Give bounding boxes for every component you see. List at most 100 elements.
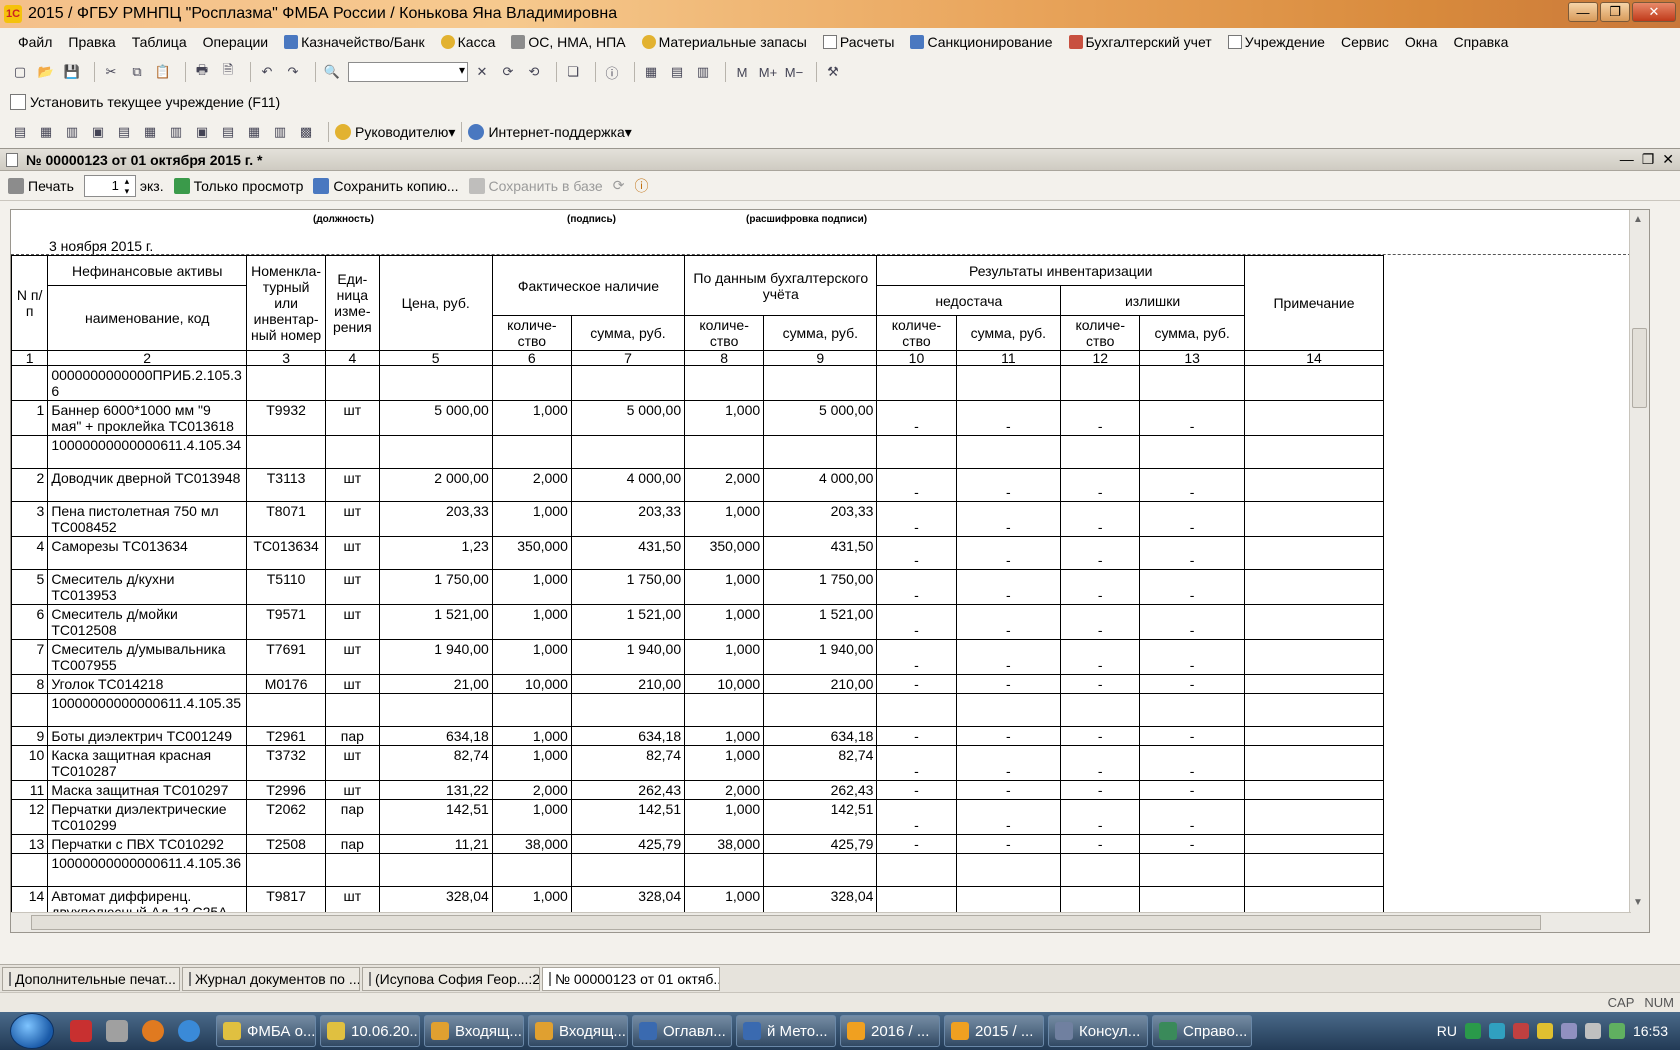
menu-item-9[interactable]: Расчеты [815,34,903,50]
print-icon[interactable]: 🖶 [192,62,212,82]
taskbar-app-button[interactable]: ФМБА о... [216,1015,316,1047]
menu-item-5[interactable]: Казначейство/Банк [276,34,433,50]
language-indicator[interactable]: RU [1437,1023,1457,1039]
menu-item-15[interactable]: Справка [1445,34,1516,50]
taskbar-app-button[interactable]: Справо... [1152,1015,1252,1047]
report-icon[interactable]: ▥ [62,122,82,142]
window-tab-4[interactable]: № 00000123 от 01 октяб... [542,966,720,991]
find-next-icon[interactable]: ⟳ [498,62,518,82]
app-quick-icon[interactable] [106,1020,128,1042]
taskbar-app-button[interactable]: 2015 / ... [944,1015,1044,1047]
firefox-icon[interactable] [142,1020,164,1042]
paste-icon[interactable]: 📋 [153,62,173,82]
horizontal-scrollbar[interactable] [11,912,1631,932]
memory-icon[interactable]: M [732,62,752,82]
menu-item-2[interactable]: Правка [60,34,123,50]
report-icon[interactable]: ▤ [10,122,30,142]
tray-icon[interactable] [1488,1023,1505,1039]
horizontal-scroll-thumb[interactable] [31,915,1541,930]
save-copy-button[interactable]: Сохранить копию... [313,177,459,194]
menu-item-6[interactable]: Касса [433,34,504,50]
ie-icon[interactable] [178,1020,200,1042]
report-icon[interactable]: ▦ [244,122,264,142]
report-icon[interactable]: ▣ [192,122,212,142]
redo-icon[interactable]: ↷ [283,62,303,82]
cut-icon[interactable]: ✂ [101,62,121,82]
app-quick-icon[interactable] [70,1020,92,1042]
window-tab-2[interactable]: Журнал документов по ... [182,966,360,991]
save-db-button[interactable]: Сохранить в базе [468,177,603,194]
new-document-icon[interactable]: ▢ [10,62,30,82]
scroll-up-icon[interactable]: ▲ [1633,214,1643,225]
menu-item-11[interactable]: Бухгалтерский учет [1061,34,1220,50]
report-icon[interactable]: ▤ [218,122,238,142]
calculator-icon[interactable]: ▦ [641,62,661,82]
tray-icon[interactable] [1560,1023,1577,1039]
report-icon[interactable]: ▣ [88,122,108,142]
vertical-scrollbar[interactable]: ▲ ▼ [1629,210,1649,932]
spreadsheet-area[interactable]: (должность) (подпись) (расшифровка подпи… [10,209,1650,933]
memory-minus-icon[interactable]: M− [784,62,804,82]
volume-icon[interactable] [1584,1023,1601,1039]
copies-stepper[interactable]: 1 [83,174,136,197]
taskbar-app-button[interactable]: Оглавл... [632,1015,732,1047]
restore-button[interactable]: ❐ [1600,2,1630,22]
grid-icon[interactable]: ▥ [693,62,713,82]
tools-icon[interactable]: ⚒ [823,62,843,82]
print-button[interactable]: Печать [8,177,74,194]
report-icon[interactable]: ▥ [166,122,186,142]
menu-item-10[interactable]: Санкционирование [902,34,1060,50]
taskbar-app-button[interactable]: 10.06.20... [320,1015,420,1047]
close-button[interactable]: ✕ [1632,2,1676,22]
report-icon[interactable]: ▦ [140,122,160,142]
minimize-button[interactable]: — [1568,2,1598,22]
scroll-down-icon[interactable]: ▼ [1633,897,1643,908]
set-institution-button[interactable]: Установить текущее учреждение (F11) [10,94,280,110]
menu-item-8[interactable]: Материальные запасы [634,34,815,50]
menu-item-4[interactable]: Операции [195,34,277,50]
clear-search-icon[interactable]: ✕ [472,62,492,82]
report-icon[interactable]: ▦ [36,122,56,142]
find-prev-icon[interactable]: ⟲ [524,62,544,82]
taskbar-app-button[interactable]: 2016 / ... [840,1015,940,1047]
taskbar-app-button[interactable]: й Мето... [736,1015,836,1047]
manager-button[interactable]: Руководителю ▾ [335,124,455,141]
clock[interactable]: 16:53 [1633,1023,1668,1039]
help-icon[interactable]: ⓘ [634,176,648,196]
taskbar-app-button[interactable]: Консул... [1048,1015,1148,1047]
doc-restore-button[interactable]: ❐ [1642,151,1655,168]
open-folder-icon[interactable]: 📂 [36,62,56,82]
menu-item-13[interactable]: Сервис [1333,34,1397,50]
print-preview-icon[interactable]: 🗎 [218,62,238,82]
doc-minimize-button[interactable]: — [1620,151,1634,168]
tray-icon[interactable] [1512,1023,1529,1039]
copy-icon[interactable]: ⧉ [127,62,147,82]
tray-icon[interactable] [1536,1023,1553,1039]
window-tab-1[interactable]: Дополнительные печат... [2,966,180,991]
doc-close-button[interactable]: ✕ [1662,151,1674,168]
menu-item-7[interactable]: ОС, НМА, НПА [503,34,633,50]
info-icon[interactable]: ⓘ [602,62,622,82]
menu-item-1[interactable]: Файл [10,34,60,50]
network-icon[interactable] [1608,1023,1625,1039]
vertical-scroll-thumb[interactable] [1632,328,1647,408]
start-button[interactable] [10,1013,54,1049]
view-only-button[interactable]: Только просмотр [173,177,303,194]
internet-support-button[interactable]: Интернет-поддержка ▾ [468,124,632,141]
refresh-icon[interactable]: ⟳ [613,177,625,194]
search-input[interactable] [348,62,468,82]
calendar-icon[interactable]: ▤ [667,62,687,82]
menu-item-3[interactable]: Таблица [124,34,195,50]
tray-icon[interactable] [1464,1023,1481,1039]
report-icon[interactable]: ▩ [296,122,316,142]
report-icon[interactable]: ▤ [114,122,134,142]
windows-icon[interactable]: ❏ [563,62,583,82]
menu-item-14[interactable]: Окна [1397,34,1446,50]
window-tab-3[interactable]: (Исупова София Геор...:22 [362,966,540,991]
memory-plus-icon[interactable]: M+ [758,62,778,82]
report-icon[interactable]: ▥ [270,122,290,142]
menu-item-12[interactable]: Учреждение [1220,34,1333,50]
save-icon[interactable]: 💾 [62,62,82,82]
search-icon[interactable]: 🔍 [322,62,342,82]
taskbar-app-button[interactable]: Входящ... [528,1015,628,1047]
